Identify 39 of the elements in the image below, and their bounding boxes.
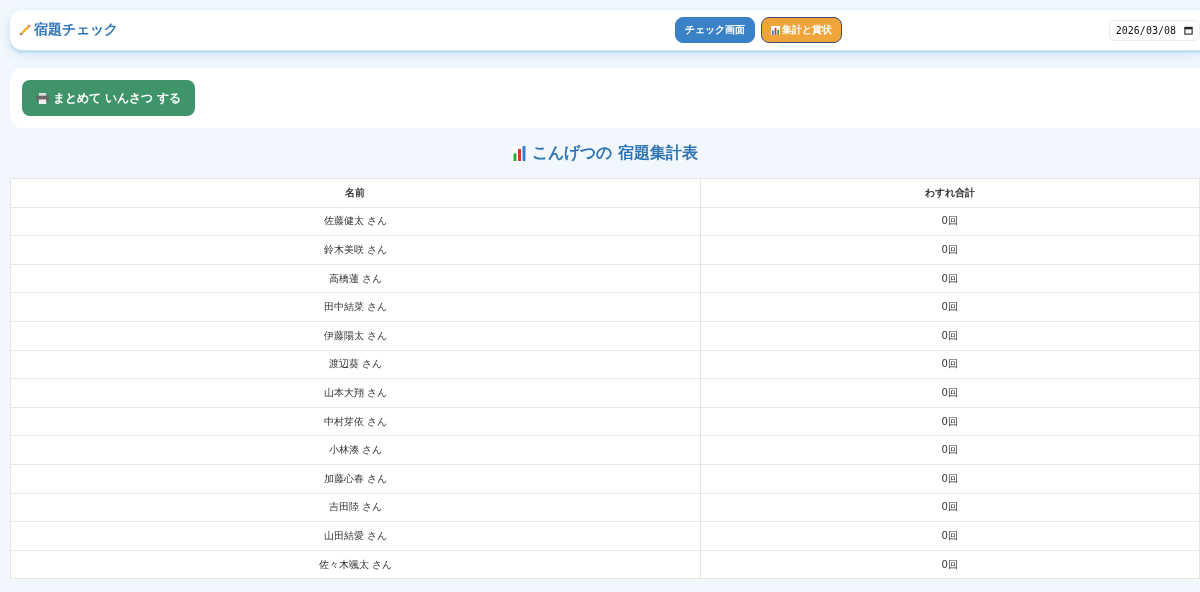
- app-title: 宿題チェック: [34, 21, 118, 39]
- printer-icon: [35, 92, 49, 104]
- nav-tab[interactable]: チェック画面: [674, 17, 755, 43]
- table-cell: 高橋蓮 さん: [10, 264, 701, 293]
- print-button[interactable]: まとめて いんさつ する: [22, 80, 195, 116]
- table-cell: 山田結愛 さん: [10, 521, 701, 551]
- table-cell: 0回: [700, 292, 1200, 322]
- table-cell: 0回: [700, 550, 1200, 579]
- table-cell: 田中結菜 さん: [10, 292, 701, 322]
- table-cell: 0回: [700, 407, 1200, 436]
- table-title: こんげつの 宿題集計表: [532, 142, 698, 164]
- calendar-icon: [1184, 25, 1193, 35]
- table-cell: 鈴木美咲 さん: [10, 235, 701, 265]
- table-cell: 0回: [700, 464, 1200, 494]
- table-cell: 0回: [700, 321, 1200, 351]
- table-cell: 0回: [700, 378, 1200, 408]
- table-cell: 0回: [700, 264, 1200, 293]
- table-cell: 0回: [700, 521, 1200, 551]
- table-cell: 渡辺葵 さん: [10, 350, 701, 379]
- nav-tab[interactable]: 集計と賞状: [760, 17, 842, 43]
- column-header: 名前: [10, 178, 701, 208]
- date-field[interactable]: 2026/03/08: [1108, 19, 1200, 41]
- table-cell: 加藤心春 さん: [10, 464, 701, 494]
- table-cell: 佐藤健太 さん: [10, 207, 701, 236]
- table-cell: 小林湊 さん: [10, 435, 701, 465]
- pencil-icon: [18, 23, 32, 37]
- bar-chart-icon: [512, 145, 528, 161]
- table-cell: 佐々木颯太 さん: [10, 550, 701, 579]
- table-cell: 吉田陸 さん: [10, 493, 701, 522]
- bar-chart-icon: [770, 25, 780, 35]
- column-header: わすれ合計: [700, 178, 1200, 208]
- table-cell: 山本大翔 さん: [10, 378, 701, 408]
- table-cell: 0回: [700, 235, 1200, 265]
- table-cell: 0回: [700, 207, 1200, 236]
- table-cell: 伊藤陽太 さん: [10, 321, 701, 351]
- table-cell: 0回: [700, 350, 1200, 379]
- table-cell: 0回: [700, 493, 1200, 522]
- table-cell: 0回: [700, 435, 1200, 465]
- table-cell: 中村芽依 さん: [10, 407, 701, 436]
